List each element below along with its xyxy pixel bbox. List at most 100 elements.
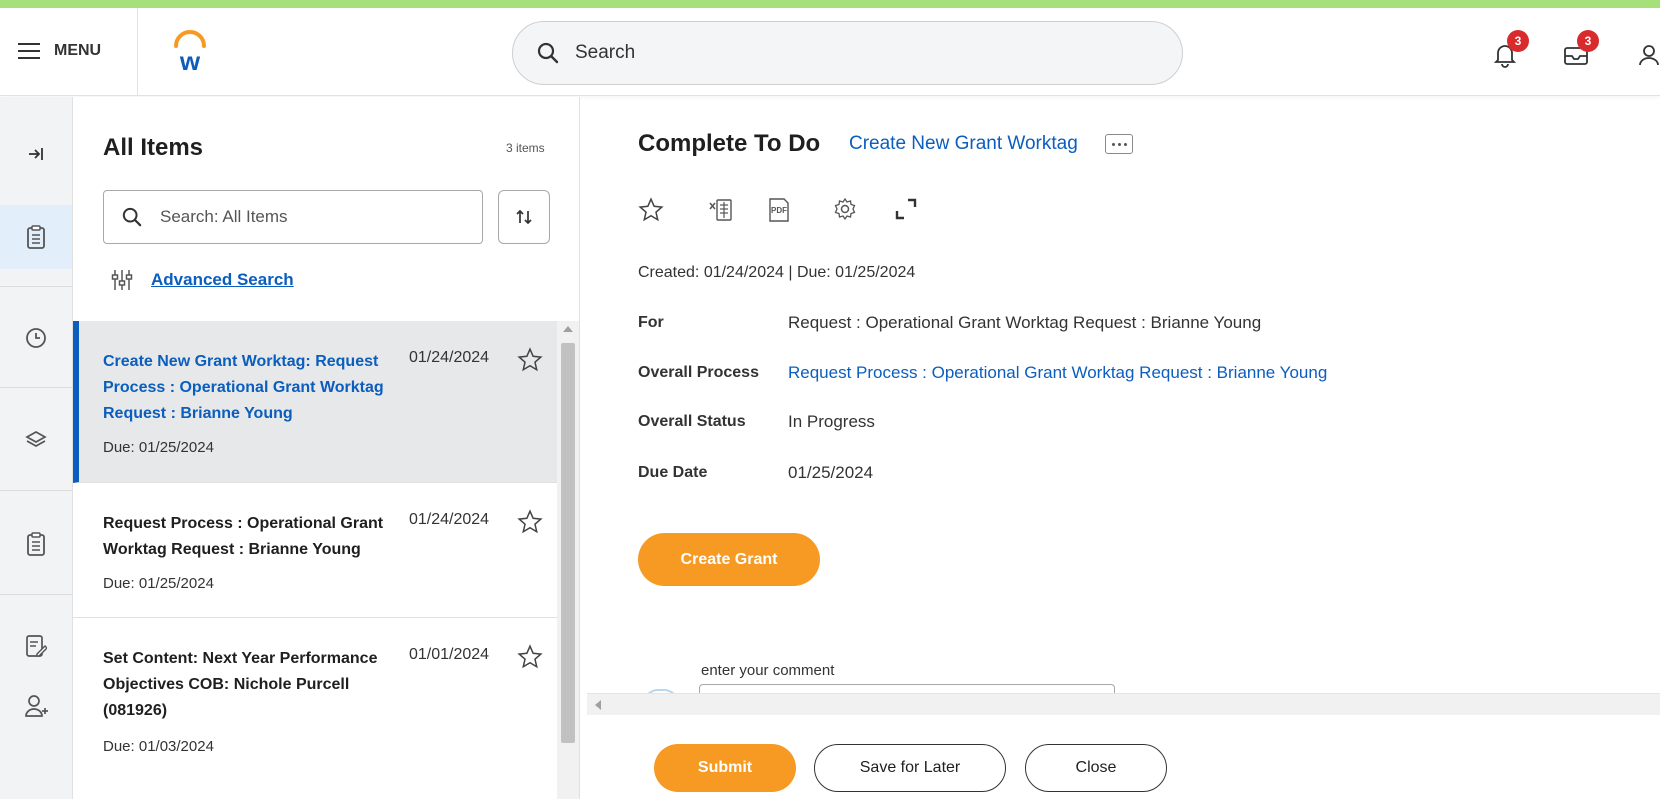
list-item-due: Due: 01/03/2024: [103, 738, 214, 755]
submit-button[interactable]: Submit: [654, 744, 796, 792]
task-link[interactable]: Create New Grant Worktag: [849, 133, 1078, 155]
field-value-overall-status: In Progress: [788, 412, 875, 431]
list-item-title: Set Content: Next Year Performance Objec…: [103, 650, 378, 719]
task-detail-pane: Complete To Do Create New Grant Worktag …: [580, 97, 1660, 704]
rail-divider: [0, 387, 72, 388]
clipboard-icon: [27, 532, 45, 556]
excel-icon: [709, 199, 732, 221]
expand-icon: [895, 198, 917, 220]
field-label-overall-process: Overall Process: [638, 364, 759, 381]
list-title: All Items: [103, 134, 204, 161]
list-item[interactable]: Set Content: Next Year Performance Objec…: [73, 618, 557, 799]
global-search[interactable]: [512, 21, 1183, 85]
list-item-date: 01/01/2024: [409, 646, 490, 663]
user-icon: [1639, 45, 1659, 66]
list-item[interactable]: Request Process : Operational Grant Work…: [73, 483, 557, 618]
fullscreen-button[interactable]: [894, 197, 918, 226]
scrollbar-thumb[interactable]: [561, 343, 575, 743]
inbox-list-pane: All Items 3 items Advanced Search Create…: [73, 97, 580, 799]
scroll-up-arrow[interactable]: [563, 326, 573, 332]
search-icon: [537, 42, 559, 64]
rail-item-edit-document[interactable]: [0, 614, 72, 678]
list-search-input[interactable]: [160, 207, 460, 227]
more-dots-icon: [1117, 142, 1121, 146]
hamburger-icon: [18, 43, 40, 59]
rail-divider: [0, 286, 72, 287]
inbox-badge: 3: [1577, 30, 1599, 52]
list-item-title: Request Process : Operational Grant Work…: [103, 515, 384, 558]
more-dots-icon: [1123, 142, 1127, 146]
close-button[interactable]: Close: [1025, 744, 1167, 792]
scroll-left-arrow[interactable]: [595, 700, 601, 710]
list-item-date: 01/24/2024: [409, 511, 490, 528]
edit-document-icon: [26, 635, 47, 657]
global-search-input[interactable]: [575, 42, 1135, 64]
sort-arrows-icon: [516, 209, 532, 225]
related-actions-button[interactable]: [1105, 134, 1133, 154]
workday-logo-icon: w: [174, 30, 206, 76]
search-icon: [122, 207, 142, 227]
field-label-due-date: Due Date: [638, 464, 708, 481]
export-excel-button[interactable]: [708, 197, 734, 228]
menu-button[interactable]: MENU: [18, 42, 101, 60]
rail-item-add-person[interactable]: [0, 674, 72, 738]
sort-button[interactable]: [498, 190, 550, 244]
list-search[interactable]: [103, 190, 483, 244]
svg-text:w: w: [179, 46, 201, 74]
list-item-due: Due: 01/25/2024: [103, 575, 214, 592]
field-value-overall-process[interactable]: Request Process : Operational Grant Work…: [788, 363, 1327, 383]
filter-sliders-icon: [111, 270, 133, 290]
detail-horizontal-scrollbar[interactable]: [587, 693, 1660, 715]
collapse-panel-button[interactable]: [0, 122, 72, 186]
settings-button[interactable]: [833, 197, 857, 226]
left-rail: [0, 97, 73, 799]
menu-divider: [137, 8, 138, 96]
star-icon[interactable]: [517, 644, 543, 675]
advanced-search-link[interactable]: Advanced Search: [151, 270, 294, 290]
field-value-due-date: 01/25/2024: [788, 463, 874, 482]
advanced-search[interactable]: Advanced Search: [111, 269, 294, 291]
field-value-for: Request : Operational Grant Worktag Requ…: [788, 313, 1262, 332]
star-icon[interactable]: [517, 347, 543, 378]
list-item-due: Due: 01/25/2024: [103, 439, 214, 456]
list-item-count: 3 items: [506, 141, 545, 155]
menu-label: MENU: [54, 42, 102, 59]
notifications-badge: 3: [1507, 30, 1529, 52]
rail-item-tasks[interactable]: [0, 512, 72, 576]
notifications-button[interactable]: 3: [1493, 30, 1529, 73]
field-label-for: For: [638, 314, 664, 331]
layers-icon: [25, 431, 47, 447]
comment-label: enter your comment: [701, 662, 835, 679]
create-grant-button[interactable]: Create Grant: [638, 533, 820, 586]
pdf-icon: PDF: [769, 198, 789, 222]
rail-item-history[interactable]: [0, 306, 72, 370]
created-due-text: Created: 01/24/2024 | Due: 01/25/2024: [638, 264, 916, 281]
gear-icon: [834, 197, 856, 221]
add-person-icon: [25, 695, 48, 717]
list-items-container: Create New Grant Worktag: Request Proces…: [73, 321, 580, 799]
list-item-title: Create New Grant Worktag: Request Proces…: [103, 353, 384, 422]
star-icon: [638, 197, 664, 222]
rail-item-all-items[interactable]: [0, 205, 72, 269]
more-dots-icon: [1111, 142, 1115, 146]
profile-button[interactable]: [1638, 44, 1660, 71]
clock-icon: [26, 328, 46, 348]
list-vertical-scrollbar[interactable]: [557, 321, 579, 799]
export-pdf-button[interactable]: PDF: [766, 197, 792, 228]
rail-item-layers[interactable]: [0, 408, 72, 472]
star-icon[interactable]: [517, 509, 543, 540]
rail-divider: [0, 490, 72, 491]
svg-text:PDF: PDF: [771, 206, 787, 215]
favorite-button[interactable]: [638, 197, 664, 228]
global-header: MENU w 3 3: [0, 8, 1660, 96]
clipboard-icon: [27, 225, 45, 249]
list-item[interactable]: Create New Grant Worktag: Request Proces…: [73, 321, 557, 483]
collapse-arrow-icon: [29, 148, 43, 160]
list-item-date: 01/24/2024: [409, 349, 490, 366]
save-for-later-button[interactable]: Save for Later: [814, 744, 1006, 792]
top-accent-stripe: [0, 0, 1660, 8]
inbox-button[interactable]: 3: [1563, 30, 1599, 71]
field-label-overall-status: Overall Status: [638, 413, 746, 430]
rail-divider: [0, 594, 72, 595]
workday-logo[interactable]: w: [170, 30, 210, 76]
